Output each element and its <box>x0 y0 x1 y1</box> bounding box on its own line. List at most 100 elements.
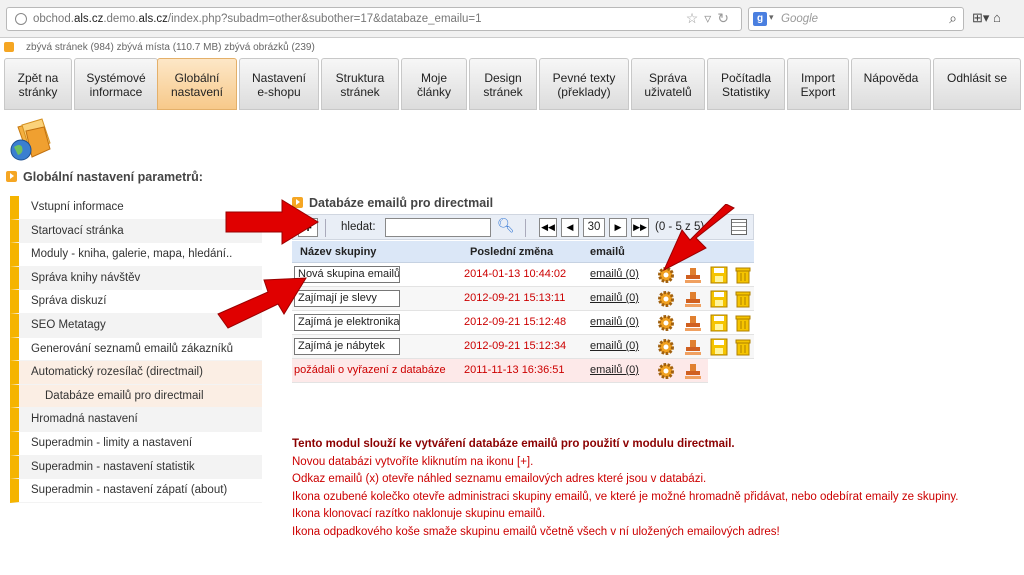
last-change-date: 2012-09-21 15:12:48 <box>464 316 567 328</box>
tab-page-structure[interactable]: Struktura stránek <box>321 58 399 110</box>
table-row: Zajímá je nábytek 2012-09-21 15:12:34 em… <box>292 335 754 359</box>
trash-icon[interactable] <box>734 266 752 284</box>
group-name-field[interactable]: Nová skupina emailů <box>294 266 400 283</box>
clone-stamp-icon[interactable] <box>684 362 702 380</box>
tab-counters-statistics[interactable]: Počítadla Statistiky <box>707 58 785 110</box>
gear-icon[interactable] <box>657 266 675 284</box>
last-change-date: 2011-11-13 16:36:51 <box>464 364 565 376</box>
sidebar-item-auto-mailer[interactable]: Automatický rozesílač (directmail) <box>10 361 262 385</box>
description-line: Ikona klonovací razítko naklonuje skupin… <box>292 508 546 521</box>
first-page-button[interactable]: ◀◀ <box>539 218 557 237</box>
search-icon[interactable]: ⌕ <box>949 10 957 27</box>
sidebar-item-email-database[interactable]: Databáze emailů pro directmail <box>10 384 262 409</box>
clone-stamp-icon[interactable] <box>684 290 702 308</box>
sidebar-item-superadmin-footer[interactable]: Superadmin - nastavení zápatí (about) <box>10 479 262 503</box>
search-placeholder: Google <box>781 13 819 25</box>
sidebar-item-guestbook[interactable]: Správa knihy návštěv <box>10 266 262 291</box>
toolbar-divider <box>325 219 326 237</box>
group-name-field[interactable]: Zajímá je elektronika <box>294 314 400 331</box>
tab-global-settings[interactable]: Globální nastavení <box>157 58 237 110</box>
clone-stamp-icon[interactable] <box>684 266 702 284</box>
table-toolbar: + hledat: 🔍︎ ◀◀ ◀ 30 ▶ ▶▶ (0 - 5 z 5) <box>292 214 754 240</box>
trash-icon[interactable] <box>734 290 752 308</box>
description-line: Odkaz emailů (x) otevře náhled seznamu e… <box>292 473 707 486</box>
sidebar-item-modules[interactable]: Moduly - kniha, galerie, mapa, hledání.. <box>10 243 262 267</box>
clone-stamp-icon[interactable] <box>684 338 702 356</box>
grid-icon[interactable] <box>731 219 747 235</box>
page-size-input[interactable]: 30 <box>583 218 605 237</box>
arrow-right-icon <box>4 42 14 52</box>
page-title: Globální nastavení parametrů: <box>6 170 203 184</box>
main-navigation: Zpět na stránky Systémové informace Glob… <box>4 58 1024 110</box>
sidebar-item-superadmin-limits[interactable]: Superadmin - limity a nastavení <box>10 431 262 456</box>
table-row: Nová skupina emailů 2014-01-13 10:44:02 … <box>292 263 754 287</box>
next-page-button[interactable]: ▶ <box>609 218 627 237</box>
section-title: Databáze emailů pro directmail <box>292 196 493 210</box>
sidebar-item-start-page[interactable]: Startovací stránka <box>10 219 262 244</box>
save-icon[interactable] <box>710 338 728 356</box>
tab-page-design[interactable]: Design stránek <box>469 58 537 110</box>
gear-icon[interactable] <box>657 362 675 380</box>
sidebar-item-seo[interactable]: SEO Metatagy <box>10 313 262 338</box>
prev-page-button[interactable]: ◀ <box>561 218 579 237</box>
last-page-button[interactable]: ▶▶ <box>631 218 649 237</box>
column-header-emails[interactable]: emailů <box>590 246 625 258</box>
url-text: obchod.als.cz.demo.als.cz/index.php?suba… <box>33 13 482 25</box>
description-line: Ikona ozubené kolečko otevře administrac… <box>292 490 959 503</box>
tab-fixed-texts[interactable]: Pevné texty (překlady) <box>539 58 629 110</box>
group-name-field[interactable]: Zajímá je nábytek <box>294 338 400 355</box>
bookmark-star-icon[interactable]: ☆▿↻ <box>686 10 735 27</box>
emails-link[interactable]: emailů (0) <box>590 268 639 280</box>
trash-icon[interactable] <box>734 314 752 332</box>
stats-text: zbývá stránek (984) zbývá místa (110.7 M… <box>26 42 315 53</box>
folder-globe-logo <box>10 118 51 161</box>
arrow-right-icon <box>6 171 17 182</box>
tab-help[interactable]: Nápověda <box>851 58 931 110</box>
chevron-down-icon[interactable]: ▾ <box>769 12 774 23</box>
table-row: Zajímají je slevy 2012-09-21 15:13:11 em… <box>292 287 754 311</box>
save-icon[interactable] <box>710 290 728 308</box>
emails-link[interactable]: emailů (0) <box>590 340 639 352</box>
tab-system-info[interactable]: Systémové informace <box>74 58 158 110</box>
search-icon[interactable]: 🔍︎ <box>497 217 515 234</box>
email-groups-table: Název skupiny Poslední změna emailů Nová… <box>292 241 754 383</box>
arrow-right-icon <box>292 197 303 208</box>
tab-logout[interactable]: Odhlásit se <box>933 58 1021 110</box>
emails-link[interactable]: emailů (0) <box>590 316 639 328</box>
search-input[interactable] <box>385 218 491 237</box>
column-header-last-change[interactable]: Poslední změna <box>470 246 553 258</box>
save-icon[interactable] <box>710 314 728 332</box>
group-name-text: požádali o vyřazení z databáze <box>294 364 446 376</box>
tab-user-management[interactable]: Správa uživatelů <box>631 58 705 110</box>
emails-link[interactable]: emailů (0) <box>590 364 639 376</box>
table-row: Zajímá je elektronika 2012-09-21 15:12:4… <box>292 311 754 335</box>
sidebar-item-discussions[interactable]: Správa diskuzí <box>10 290 262 314</box>
emails-link[interactable]: emailů (0) <box>590 292 639 304</box>
browser-menu-icons[interactable]: ⊞▾ ⌂ <box>972 10 1001 26</box>
tab-eshop-settings[interactable]: Nastavení e-shopu <box>239 58 319 110</box>
browser-search-field[interactable]: g ▾ Google ⌕ <box>748 7 964 31</box>
table-row: požádali o vyřazení z databáze 2011-11-1… <box>292 359 708 383</box>
gear-icon[interactable] <box>657 290 675 308</box>
sidebar-item-entry-info[interactable]: Vstupní informace <box>10 196 262 220</box>
add-group-button[interactable]: + <box>298 218 318 237</box>
sidebar: Vstupní informace Startovací stránka Mod… <box>10 196 262 503</box>
sidebar-item-superadmin-statistics[interactable]: Superadmin - nastavení statistik <box>10 455 262 480</box>
browser-toolbar: obchod.als.cz.demo.als.cz/index.php?suba… <box>0 0 1024 38</box>
search-label: hledat: <box>341 221 376 233</box>
description-line: Ikona odpadkového koše smaže skupinu ema… <box>292 525 780 538</box>
url-bar[interactable]: obchod.als.cz.demo.als.cz/index.php?suba… <box>6 7 742 31</box>
sidebar-item-email-lists[interactable]: Generování seznamů emailů zákazníků <box>10 337 262 362</box>
tab-import-export[interactable]: Import Export <box>787 58 849 110</box>
group-name-field[interactable]: Zajímají je slevy <box>294 290 400 307</box>
trash-icon[interactable] <box>734 338 752 356</box>
column-header-name[interactable]: Název skupiny <box>300 246 376 258</box>
clone-stamp-icon[interactable] <box>684 314 702 332</box>
gear-icon[interactable] <box>657 338 675 356</box>
sidebar-item-bulk-settings[interactable]: Hromadná nastavení <box>10 408 262 432</box>
gear-icon[interactable] <box>657 314 675 332</box>
tab-my-articles[interactable]: Moje články <box>401 58 467 110</box>
save-icon[interactable] <box>710 266 728 284</box>
tab-back-to-pages[interactable]: Zpět na stránky <box>4 58 72 110</box>
description-line: Novou databázi vytvoříte kliknutím na ik… <box>292 455 534 468</box>
